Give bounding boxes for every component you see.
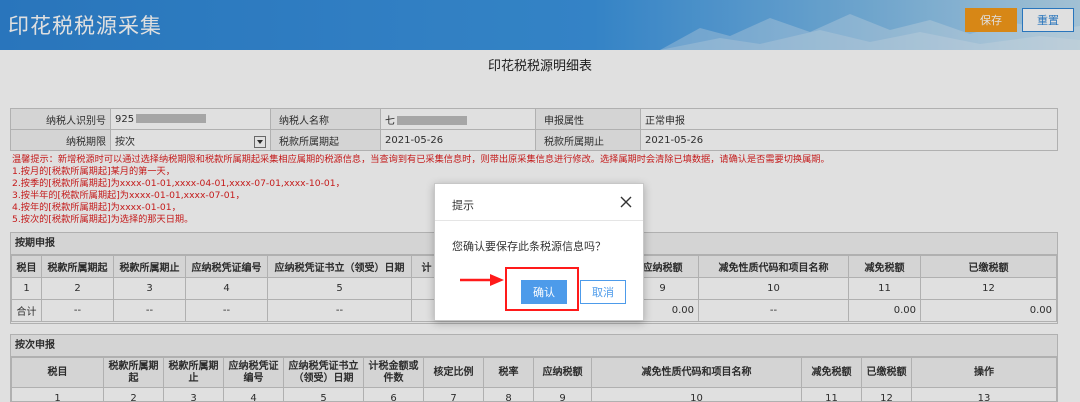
cancel-button[interactable]: 取消 xyxy=(580,280,626,304)
annotation-highlight-box xyxy=(505,267,579,311)
dialog-message: 您确认要保存此条税源信息吗？ xyxy=(452,240,606,253)
close-icon[interactable] xyxy=(619,195,633,209)
annotation-arrow-icon xyxy=(460,274,504,286)
dialog-divider xyxy=(435,220,643,221)
dialog-title: 提示 xyxy=(452,199,474,212)
